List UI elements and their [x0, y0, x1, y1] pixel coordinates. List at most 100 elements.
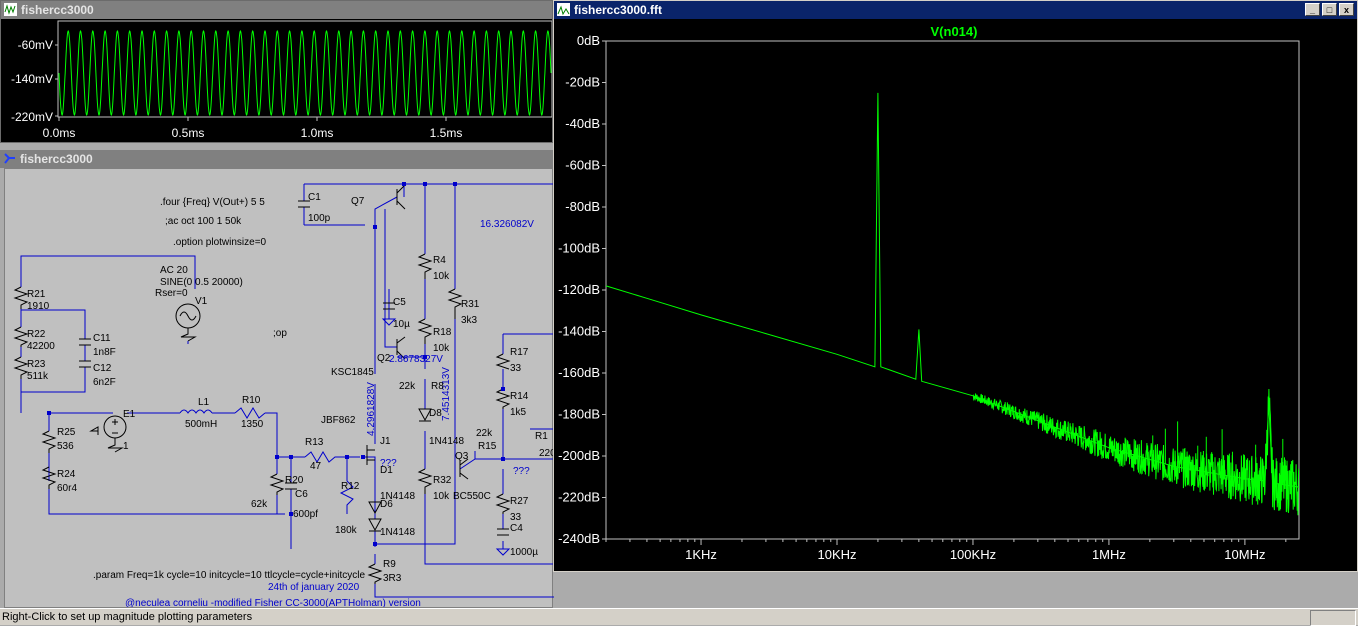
- node-voltage[interactable]: 16.326082V: [480, 219, 534, 230]
- directive-four[interactable]: .four {Freq} V(Out+) 5 5: [160, 197, 265, 208]
- fft-y-tick-label[interactable]: -60dB: [565, 158, 600, 173]
- fft-y-tick-label[interactable]: -180dB: [558, 407, 600, 422]
- fft-y-tick-label[interactable]: -80dB: [565, 199, 600, 214]
- component-value[interactable]: 1: [123, 441, 129, 452]
- component-ref[interactable]: R22: [27, 329, 46, 340]
- component-value[interactable]: 511k: [27, 371, 49, 382]
- component-ref[interactable]: R31: [461, 299, 480, 310]
- fft-y-tick-label[interactable]: -100dB: [558, 241, 600, 256]
- fft-y-tick-label[interactable]: 0dB: [577, 33, 600, 48]
- component-value[interactable]: 220: [539, 448, 556, 459]
- fft-x-tick-label[interactable]: 10MHz: [1224, 547, 1265, 562]
- component-value[interactable]: 100p: [308, 213, 331, 224]
- component-value[interactable]: 1k5: [510, 407, 527, 418]
- component-ref[interactable]: C6: [295, 489, 308, 500]
- waveform-titlebar[interactable]: fishercc3000: [1, 1, 552, 19]
- fft-x-tick-label[interactable]: 1MHz: [1092, 547, 1126, 562]
- component-ref[interactable]: R18: [433, 327, 452, 338]
- component-ref[interactable]: R32: [433, 475, 452, 486]
- waveform-plot[interactable]: -60mV -140mV -220mV 0.0ms 0.5ms 1.0ms 1.…: [1, 19, 553, 142]
- component-ref[interactable]: Q7: [351, 196, 365, 207]
- fft-titlebar[interactable]: fishercc3000.fft _ □ x: [554, 1, 1357, 19]
- component-ref[interactable]: R12: [341, 481, 360, 492]
- component-ref[interactable]: R10: [242, 395, 261, 406]
- component-ref[interactable]: R13: [305, 437, 324, 448]
- component-ref[interactable]: R4: [433, 255, 446, 266]
- component-ref[interactable]: C12: [93, 363, 112, 374]
- component-value[interactable]: 1910: [27, 301, 50, 312]
- fft-plot[interactable]: V(n014) 0dB -20dB -40dB -60dB -80dB -100dB -12…: [554, 19, 1357, 571]
- fft-y-tick-label[interactable]: -40dB: [565, 116, 600, 131]
- component-value[interactable]: 10k: [433, 343, 450, 354]
- fft-y-tick-label[interactable]: -200dB: [558, 448, 600, 463]
- component-value[interactable]: 600pf: [293, 509, 318, 520]
- component-value[interactable]: 22k: [399, 381, 416, 392]
- component-value[interactable]: 1350: [241, 419, 264, 430]
- component-ref[interactable]: R27: [510, 496, 529, 507]
- fft-y-tick-label[interactable]: -240dB: [558, 531, 600, 546]
- component-value[interactable]: 47: [310, 461, 322, 472]
- component-ref[interactable]: E1: [123, 409, 136, 420]
- component-value[interactable]: JBF862: [321, 415, 356, 426]
- component-value[interactable]: 10k: [433, 491, 450, 502]
- component-value[interactable]: BC550C: [453, 491, 491, 502]
- schematic-canvas[interactable]: .four {Freq} V(Out+) 5 5 ;ac oct 100 1 5…: [4, 168, 871, 609]
- component-value[interactable]: 60r4: [57, 483, 77, 494]
- node-voltage[interactable]: 7.4514313V: [441, 367, 452, 421]
- component-value[interactable]: KSC1845: [331, 367, 374, 378]
- component-ref[interactable]: R17: [510, 347, 529, 358]
- directive-param[interactable]: .param Freq=1k cycle=10 initcycle=10 ttl…: [93, 570, 366, 581]
- component-value[interactable]: 62k: [251, 499, 268, 510]
- fft-trace-label[interactable]: V(n014): [931, 24, 978, 39]
- component-ref[interactable]: R23: [27, 359, 46, 370]
- component-ref[interactable]: R21: [27, 289, 46, 300]
- fft-y-tick-label[interactable]: -160dB: [558, 365, 600, 380]
- component-ref[interactable]: D6: [380, 499, 393, 510]
- component-ref[interactable]: R25: [57, 427, 76, 438]
- component-value[interactable]: 3k3: [461, 315, 478, 326]
- component-value[interactable]: 1000µ: [510, 547, 538, 558]
- directive-op[interactable]: ;op: [273, 328, 287, 339]
- fft-y-tick-label[interactable]: -140dB: [558, 324, 600, 339]
- close-button[interactable]: x: [1339, 3, 1354, 16]
- fft-x-tick-label[interactable]: 1KHz: [685, 547, 717, 562]
- component-value[interactable]: 10µ: [393, 319, 410, 330]
- component-ref[interactable]: C11: [93, 333, 111, 344]
- component-ref[interactable]: R9: [383, 559, 396, 570]
- component-value[interactable]: 180k: [335, 525, 358, 536]
- component-value[interactable]: 33: [510, 512, 522, 523]
- fft-window[interactable]: fishercc3000.fft _ □ x V(n014) 0dB -20dB -…: [553, 0, 1358, 572]
- component-value[interactable]: 6n2F: [93, 377, 116, 388]
- component-ref[interactable]: Q3: [455, 451, 469, 462]
- directive-option[interactable]: .option plotwinsize=0: [173, 237, 267, 248]
- schematic-window[interactable]: fishercc3000 .four {Freq} V(Out+) 5 5 ;a…: [0, 150, 871, 609]
- schematic-titlebar[interactable]: fishercc3000: [0, 150, 553, 168]
- component-ref[interactable]: C1: [308, 192, 321, 203]
- component-value[interactable]: 1N4148: [429, 436, 464, 447]
- component-ref[interactable]: R1: [535, 431, 548, 442]
- fft-y-tick-label[interactable]: -20dB: [565, 75, 600, 90]
- fft-x-tick-label[interactable]: 10KHz: [817, 547, 856, 562]
- component-ref[interactable]: Q2: [377, 353, 391, 364]
- waveform-window[interactable]: fishercc3000 -60mV -140mV -220mV 0.0ms 0…: [0, 0, 553, 143]
- component-ref[interactable]: C4: [510, 523, 523, 534]
- component-ref[interactable]: R20: [285, 475, 304, 486]
- node-voltage[interactable]: 2.8678327V: [389, 354, 443, 365]
- component-ref[interactable]: R8: [431, 381, 444, 392]
- component-value[interactable]: 10k: [433, 271, 450, 282]
- node-voltage[interactable]: 4.2961828V: [366, 382, 377, 436]
- component-value[interactable]: 1n8F: [93, 347, 116, 358]
- minimize-button[interactable]: _: [1305, 3, 1320, 16]
- maximize-button[interactable]: □: [1322, 3, 1337, 16]
- component-ref[interactable]: R14: [510, 391, 529, 402]
- component-value[interactable]: 42200: [27, 341, 55, 352]
- component-ref[interactable]: D8: [429, 408, 442, 419]
- component-ref[interactable]: J1: [380, 436, 391, 447]
- component-ref[interactable]: L1: [198, 397, 210, 408]
- component-value[interactable]: 500mH: [185, 419, 217, 430]
- component-ref[interactable]: R15: [478, 441, 497, 452]
- component-ref[interactable]: R24: [57, 469, 76, 480]
- component-value[interactable]: 22k: [476, 428, 493, 439]
- component-value[interactable]: 33: [510, 363, 522, 374]
- component-ref[interactable]: C5: [393, 297, 406, 308]
